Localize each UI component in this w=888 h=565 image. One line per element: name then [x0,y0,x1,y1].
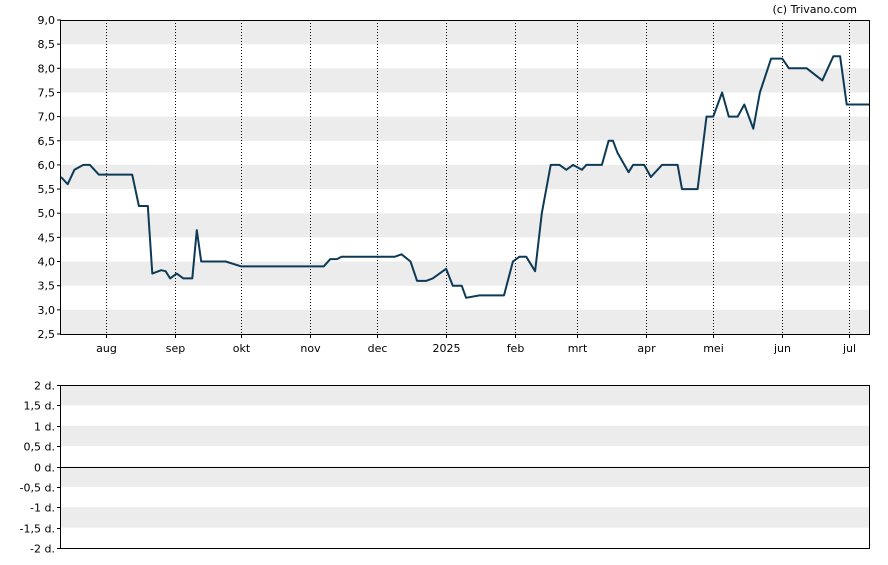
secondary-y-tick-label: -0,5 d. [20,482,55,495]
secondary-chart-y-axis: 2 d. 1,5 d. 1 d. 0,5 d. 0 d. -0,5 d. -1 d. -1,5… [20,380,61,556]
price-chart-x-axis: aug sep okt nov dec 2025 feb mrt apr mei jun jul [96,334,856,355]
secondary-band [61,385,869,406]
price-x-tick-label: apr [637,342,656,355]
secondary-y-tick-label: 1,5 d. [24,400,55,413]
price-x-tick-label: sep [166,342,185,355]
price-x-tick-label: nov [300,342,321,355]
secondary-band [61,507,869,528]
price-x-tick-label: aug [96,342,117,355]
price-y-tick-label: 6,5 [38,135,56,148]
price-y-tick-label: 5,0 [38,207,56,220]
price-y-tick-label: 9,0 [38,14,56,27]
secondary-chart: 2 d. 1,5 d. 1 d. 0,5 d. 0 d. -0,5 d. -1 d. -1,5… [20,380,870,556]
price-y-tick-label: 4,5 [38,231,56,244]
price-y-tick-label: 2,5 [38,328,56,341]
price-x-tick-label: feb [507,342,525,355]
secondary-y-tick-label: 2 d. [34,380,55,393]
secondary-chart-bands [61,385,869,528]
price-band [61,68,869,93]
price-band [61,116,869,141]
secondary-y-tick-label: -1 d. [30,502,55,515]
price-x-tick-label: 2025 [433,342,461,355]
secondary-y-tick-label: 0 d. [34,462,55,475]
secondary-band [61,466,869,487]
price-x-tick-label: mei [703,342,724,355]
price-y-tick-label: 8,5 [38,38,56,51]
price-chart: 2,5 3,0 3,5 4,0 4,5 5,0 5,5 6,0 6,5 7,0 7,5 8,0 8,5 9… [38,14,870,355]
credit-text: (c) Trivano.com [772,3,857,16]
price-x-tick-label: jun [773,342,791,355]
price-band [61,213,869,238]
price-x-tick-label: dec [368,342,388,355]
price-y-tick-label: 3,5 [38,280,56,293]
price-band [61,261,869,286]
secondary-y-tick-label: -2 d. [30,543,55,556]
price-y-tick-label: 7,5 [38,86,56,99]
price-y-tick-label: 3,0 [38,304,56,317]
secondary-band [61,425,869,447]
price-band [61,309,869,334]
price-y-tick-label: 6,0 [38,159,56,172]
secondary-y-tick-label: -1,5 d. [20,523,55,536]
price-x-tick-label: okt [233,342,251,355]
price-x-tick-label: mrt [568,342,588,355]
price-band [61,164,869,190]
price-y-tick-label: 4,0 [38,256,56,269]
price-chart-y-axis: 2,5 3,0 3,5 4,0 4,5 5,0 5,5 6,0 6,5 7,0 7,5 8,0 8,5 9… [38,14,61,341]
price-x-tick-label: jul [842,342,856,355]
price-y-tick-label: 8,0 [38,62,56,75]
price-band [61,20,869,45]
price-y-tick-label: 5,5 [38,183,56,196]
price-chart-bands [61,20,869,334]
secondary-y-tick-label: 0,5 d. [24,441,55,454]
secondary-y-tick-label: 1 d. [34,421,55,434]
chart-canvas: (c) Trivano.com 2,5 3,0 3,5 4,0 4,5 5,0 5,5 6,0… [20,3,870,556]
price-y-tick-label: 7,0 [38,111,56,124]
